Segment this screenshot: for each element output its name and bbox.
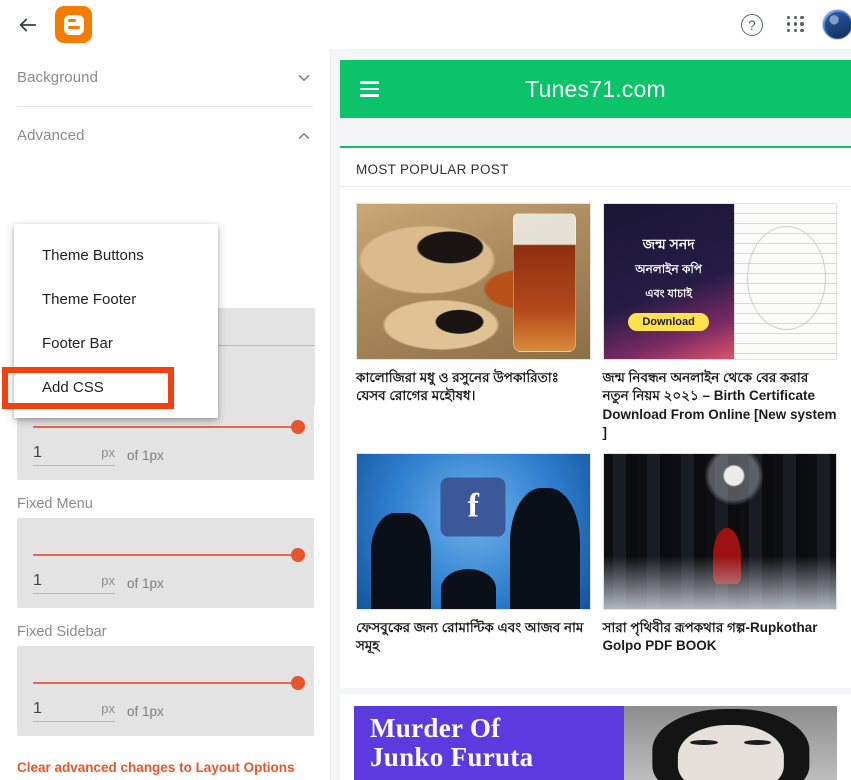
blogger-b-icon	[63, 14, 84, 35]
slider-unit: px	[101, 573, 115, 588]
accordion-background[interactable]: Background	[17, 49, 313, 106]
menu-item-footer-bar[interactable]: Footer Bar	[14, 321, 218, 365]
help-icon: ?	[741, 13, 763, 36]
preview-bottom-banner-wrap: Murder Of Junko Furuta	[340, 694, 851, 780]
slider-value-input[interactable]: 1 px	[33, 572, 115, 594]
certificate-line-2: অনলাইন কপি	[635, 261, 702, 276]
menu-item-label: Footer Bar	[42, 334, 113, 352]
post-title[interactable]: সারা পৃথিবীর রূপকথার গল্প-Rupkothar Golp…	[603, 619, 838, 656]
post-item: কালোজিরা মধু ও রসুনের উপকারিতাঃ যেসব রোগ…	[356, 203, 591, 443]
slider-label-fixed-menu: Fixed Menu	[17, 496, 93, 512]
slider-of-label: of 1px	[127, 576, 164, 591]
slider-thumb[interactable]	[291, 676, 305, 690]
certificate-document-image	[733, 204, 836, 359]
banner-line-2: Junko Furuta	[370, 742, 534, 772]
back-button[interactable]	[8, 5, 48, 45]
slider-group-fixed-menu: Fixed Menu 1 px of 1px	[17, 490, 314, 608]
slider-value-input[interactable]: 1 px	[33, 700, 115, 722]
banner-portrait-image	[624, 706, 837, 780]
chevron-down-icon	[298, 74, 310, 81]
slider-track[interactable]	[33, 682, 298, 684]
post-thumbnail[interactable]: জন্ম সনদ অনলাইন কপি এবং যাচাই Download	[602, 203, 837, 360]
slider-track[interactable]	[33, 426, 298, 428]
slider-thumb[interactable]	[291, 420, 305, 434]
menu-item-label: Theme Footer	[42, 290, 137, 308]
slider-card-fixed-menu[interactable]: 1 px of 1px	[17, 518, 314, 608]
preview-bottom-banner[interactable]: Murder Of Junko Furuta	[354, 706, 837, 780]
hamburger-icon[interactable]	[360, 81, 379, 97]
slider-value-row: 1 px of 1px	[33, 572, 298, 594]
post-thumbnail[interactable]	[602, 452, 837, 610]
slider-track[interactable]	[33, 554, 298, 556]
google-apps-button[interactable]	[776, 5, 816, 45]
slider-card-fixed-sidebar[interactable]: 1 px of 1px	[17, 646, 314, 736]
blogger-theme-designer-app: ? Background Advanced 1 px of 1px Fixed …	[0, 0, 851, 780]
apps-grid-icon	[787, 15, 805, 34]
certificate-line-3: এবং যাচাই	[645, 287, 692, 300]
menu-item-theme-footer[interactable]: Theme Footer	[14, 277, 218, 321]
fog-overlay	[603, 556, 836, 609]
menu-item-theme-buttons[interactable]: Theme Buttons	[14, 233, 218, 277]
chevron-up-icon	[298, 132, 310, 139]
slider-label-fixed-sidebar: Fixed Sidebar	[17, 624, 107, 640]
banner-line-1: Murder Of	[370, 712, 501, 743]
menu-item-label: Add CSS	[42, 378, 104, 396]
slider-unit: px	[101, 701, 115, 716]
silhouette-left	[370, 512, 432, 609]
slider-thumb[interactable]	[291, 548, 305, 562]
post-title[interactable]: ফেসবুকের জন্য রোমান্টিক এবং আজব নাম সমূহ	[356, 619, 591, 656]
preview-content-card: MOST POPULAR POST কালোজিরা মধু ও রসুনের …	[340, 146, 851, 688]
slider-group-fixed-sidebar: Fixed Sidebar 1 px of 1px	[17, 618, 314, 736]
post-item: জন্ম সনদ অনলাইন কপি এবং যাচাই Download জ…	[602, 203, 838, 443]
theme-preview-panel: Tunes71.com MOST POPULAR POST কালোজিরা ম…	[331, 49, 851, 780]
post-thumbnail[interactable]: f	[356, 452, 591, 610]
certificate-download-badge: Download	[628, 312, 709, 331]
blogger-logo-button[interactable]	[55, 6, 92, 43]
post-thumbnail[interactable]	[356, 203, 591, 360]
help-button[interactable]: ?	[732, 5, 772, 45]
slider-value: 1	[33, 444, 42, 461]
post-item: f ফেসবুকের জন্য রোমান্টিক এবং আজব নাম সম…	[356, 452, 591, 656]
arrow-left-icon	[19, 18, 37, 31]
accordion-background-label: Background	[17, 69, 99, 86]
accordion-advanced-label: Advanced	[17, 127, 85, 144]
portrait-face	[677, 725, 784, 780]
account-avatar[interactable]	[822, 9, 851, 40]
silhouette-center	[440, 568, 497, 609]
theme-settings-panel: Background Advanced Left Sidebar	[0, 49, 331, 780]
slider-value-input[interactable]: 1 px	[33, 444, 115, 466]
top-app-bar: ?	[0, 0, 851, 49]
popular-posts-grid: কালোজিরা মধু ও রসুনের উপকারিতাঃ যেসব রোগ…	[340, 187, 851, 666]
slider-value: 1	[33, 572, 42, 589]
slider-of-label: of 1px	[127, 448, 164, 463]
menu-item-add-css[interactable]: Add CSS	[14, 365, 218, 409]
preview-section-title: MOST POPULAR POST	[340, 148, 851, 187]
slider-value: 1	[33, 700, 42, 717]
menu-item-label: Theme Buttons	[42, 246, 144, 264]
post-title[interactable]: কালোজিরা মধু ও রসুনের উপকারিতাঃ যেসব রোগ…	[356, 369, 591, 406]
advanced-options-menu: Theme Buttons Theme Footer Footer Bar Ad…	[14, 224, 218, 418]
slider-value-row: 1 px of 1px	[33, 444, 298, 466]
slider-value-row: 1 px of 1px	[33, 700, 298, 722]
facebook-logo-icon: f	[440, 477, 506, 537]
post-title[interactable]: জন্ম নিবন্ধন অনলাইন থেকে বের করার নতুন ন…	[603, 369, 838, 443]
nigella-seeds-honey-image	[357, 204, 590, 359]
top-bar-actions: ?	[732, 5, 851, 45]
facebook-silhouette-image: f	[357, 453, 590, 609]
slider-unit: px	[101, 445, 115, 460]
preview-site-title: Tunes71.com	[525, 75, 666, 102]
slider-of-label: of 1px	[127, 704, 164, 719]
post-item: সারা পৃথিবীর রূপকথার গল্প-Rupkothar Golp…	[602, 452, 838, 656]
preview-site-header: Tunes71.com	[340, 60, 851, 118]
silhouette-right	[510, 488, 581, 609]
banner-text-block: Murder Of Junko Furuta	[354, 706, 625, 780]
dark-forest-image	[603, 453, 836, 609]
certificate-line-1: জন্ম সনদ	[642, 235, 695, 252]
accordion-advanced[interactable]: Advanced	[17, 107, 313, 164]
birth-certificate-image: জন্ম সনদ অনলাইন কপি এবং যাচাই Download	[603, 204, 836, 359]
clear-advanced-changes-link[interactable]: Clear advanced changes to Layout Options	[17, 760, 314, 775]
certificate-poster-left: জন্ম সনদ অনলাইন কপি এবং যাচাই Download	[603, 204, 734, 359]
